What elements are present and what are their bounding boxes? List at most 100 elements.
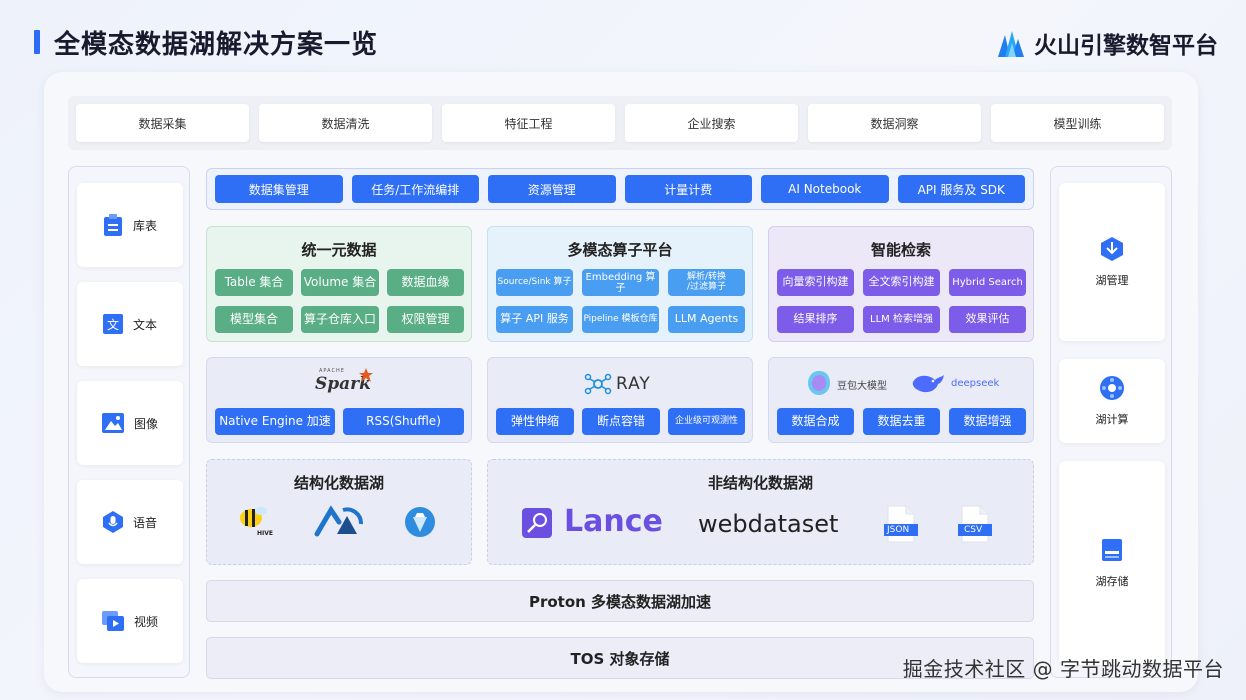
spark-logo: APACHE Spark — [313, 368, 373, 398]
ray-logo-icon — [584, 373, 612, 395]
text-icon: 文 — [102, 314, 123, 334]
unstructured-data-lake: 非结构化数据湖 Lance webdataset JSON CSV — [487, 459, 1034, 565]
doubao-logo-icon — [808, 371, 830, 395]
service-row: 数据集管理 任务/工作流编排 资源管理 计量计费 AI Notebook API… — [206, 168, 1034, 210]
chip-permission-management[interactable]: 权限管理 — [387, 306, 464, 333]
service-workflow-orchestration[interactable]: 任务/工作流编排 — [351, 175, 479, 203]
chip-rss-shuffle[interactable]: RSS(Shuffle) — [343, 408, 464, 435]
chip-data-augmentation[interactable]: 数据增强 — [949, 408, 1026, 435]
data-type-table[interactable]: 库表 — [77, 183, 183, 267]
lake-capabilities-column: 湖管理 湖计算 湖存储 — [1050, 166, 1172, 678]
chip-data-synthesis[interactable]: 数据合成 — [777, 408, 854, 435]
data-type-text[interactable]: 文 文本 — [77, 282, 183, 366]
table-icon — [103, 214, 122, 236]
app-data-insight[interactable]: 数据洞察 — [808, 104, 981, 142]
data-type-label: 库表 — [132, 218, 157, 233]
iceberg-logo-icon — [405, 507, 435, 537]
title-accent-bar — [34, 30, 40, 54]
data-types-column: 库表 文 文本 图像 语音 视频 — [68, 166, 190, 678]
chip-source-sink[interactable]: Source/Sink 算子 — [496, 269, 573, 296]
chip-llm-agents[interactable]: LLM Agents — [668, 306, 745, 333]
unified-metadata-module: 统一元数据 Table 集合 Volume 集合 数据血缘 模型集合 算子仓库入… — [206, 226, 472, 342]
json-label: JSON — [887, 525, 910, 535]
module-title: 非结构化数据湖 — [707, 474, 813, 492]
service-billing[interactable]: 计量计费 — [624, 175, 752, 203]
app-data-cleaning[interactable]: 数据清洗 — [259, 104, 432, 142]
lance-logo-icon — [522, 508, 552, 538]
chip-operator-repo[interactable]: 算子仓库入口 — [301, 306, 379, 333]
chip-volume-collection[interactable]: Volume 集合 — [301, 269, 379, 296]
ray-engine-module: RAY 弹性伸缩 断点容错 企业级可观测性 — [487, 357, 753, 443]
chip-vector-index[interactable]: 向量索引构建 — [777, 269, 854, 296]
hudi-logo-icon — [314, 505, 363, 537]
ray-logo-text: RAY — [616, 374, 651, 394]
csv-label: CSV — [964, 525, 983, 535]
chip-embedding[interactable]: Embedding 算子 — [582, 269, 659, 296]
hive-logo-text: HIVE — [257, 530, 273, 537]
chip-fulltext-index[interactable]: 全文索引构建 — [863, 269, 940, 296]
chip-operator-api[interactable]: 算子 API 服务 — [496, 306, 573, 333]
volcano-logo-icon — [998, 31, 1024, 57]
lake-management[interactable]: 湖管理 — [1059, 183, 1165, 341]
chip-hybrid-search[interactable]: Hybrid Search — [949, 269, 1026, 296]
chip-table-collection[interactable]: Table 集合 — [215, 269, 293, 296]
lake-compute-icon — [1100, 376, 1124, 400]
lake-compute-label: 湖计算 — [1095, 413, 1129, 426]
webdataset-logo-text: webdataset — [698, 510, 839, 538]
app-enterprise-search[interactable]: 企业搜索 — [625, 104, 798, 142]
llm-module: 豆包大模型 deepseek 数据合成 数据去重 数据增强 — [768, 357, 1034, 443]
deepseek-logo-text: deepseek — [951, 378, 1000, 389]
microphone-icon — [102, 511, 123, 533]
data-type-label: 视频 — [133, 614, 158, 629]
proton-acceleration-bar[interactable]: Proton 多模态数据湖加速 — [206, 580, 1034, 622]
chip-line: /过滤算子 — [686, 281, 727, 292]
data-type-label: 文本 — [132, 317, 157, 332]
data-type-image[interactable]: 图像 — [77, 381, 183, 465]
page-title: 全模态数据湖解决方案一览 — [54, 30, 379, 60]
chip-data-lineage[interactable]: 数据血缘 — [387, 269, 464, 296]
chip-data-dedup[interactable]: 数据去重 — [863, 408, 940, 435]
deepseek-logo-icon — [912, 375, 944, 393]
chip-result-ranking[interactable]: 结果排序 — [777, 306, 854, 333]
app-model-training[interactable]: 模型训练 — [991, 104, 1164, 142]
csv-file-icon: CSV — [958, 504, 992, 544]
lake-management-icon — [1101, 237, 1123, 261]
app-feature-engineering[interactable]: 特征工程 — [442, 104, 615, 142]
watermark: 掘金技术社区 @ 字节跳动数据平台 — [902, 657, 1224, 681]
lake-management-label: 湖管理 — [1095, 274, 1129, 287]
service-dataset-management[interactable]: 数据集管理 — [215, 175, 343, 203]
chip-elastic-scaling[interactable]: 弹性伸缩 — [496, 408, 574, 435]
image-icon — [101, 413, 124, 433]
data-type-voice[interactable]: 语音 — [77, 480, 183, 564]
lake-storage[interactable]: 湖存储 — [1059, 461, 1165, 665]
hive-logo: HIVE — [237, 504, 277, 542]
lake-compute[interactable]: 湖计算 — [1059, 359, 1165, 443]
chip-parse-transform-filter[interactable]: 解析/转换 /过滤算子 — [668, 269, 745, 296]
service-resource-management[interactable]: 资源管理 — [488, 175, 616, 203]
video-icon — [101, 611, 124, 631]
brand-name: 火山引擎数智平台 — [1034, 33, 1218, 59]
brand-logo: 火山引擎数智平台 — [996, 26, 1218, 60]
chip-native-engine[interactable]: Native Engine 加速 — [215, 408, 335, 435]
chip-enterprise-observability[interactable]: 企业级可观测性 — [668, 408, 745, 435]
chip-model-collection[interactable]: 模型集合 — [215, 306, 293, 333]
json-file-icon: JSON — [884, 504, 918, 544]
data-type-label: 图像 — [133, 416, 158, 431]
lake-storage-icon — [1102, 539, 1122, 561]
spark-engine-module: APACHE Spark Native Engine 加速 RSS(Shuffl… — [206, 357, 472, 443]
chip-pipeline-template[interactable]: Pipeline 模板仓库 — [582, 306, 659, 333]
module-title: 结构化数据湖 — [293, 474, 384, 492]
chip-checkpoint-recovery[interactable]: 断点容错 — [582, 408, 660, 435]
application-row: 数据采集 数据清洗 特征工程 企业搜索 数据洞察 模型训练 — [68, 96, 1172, 150]
app-data-collection[interactable]: 数据采集 — [76, 104, 249, 142]
structured-data-lake: 结构化数据湖 HIVE — [206, 459, 472, 565]
chip-llm-retrieval-augment[interactable]: LLM 检索增强 — [863, 306, 940, 333]
service-ai-notebook[interactable]: AI Notebook — [761, 175, 889, 203]
chip-evaluation[interactable]: 效果评估 — [949, 306, 1026, 333]
data-type-video[interactable]: 视频 — [77, 579, 183, 663]
module-title: 统一元数据 — [301, 241, 377, 259]
spark-star-icon — [359, 368, 373, 382]
svg-text:文: 文 — [107, 317, 119, 332]
data-type-label: 语音 — [132, 515, 157, 530]
service-api-sdk[interactable]: API 服务及 SDK — [897, 175, 1025, 203]
